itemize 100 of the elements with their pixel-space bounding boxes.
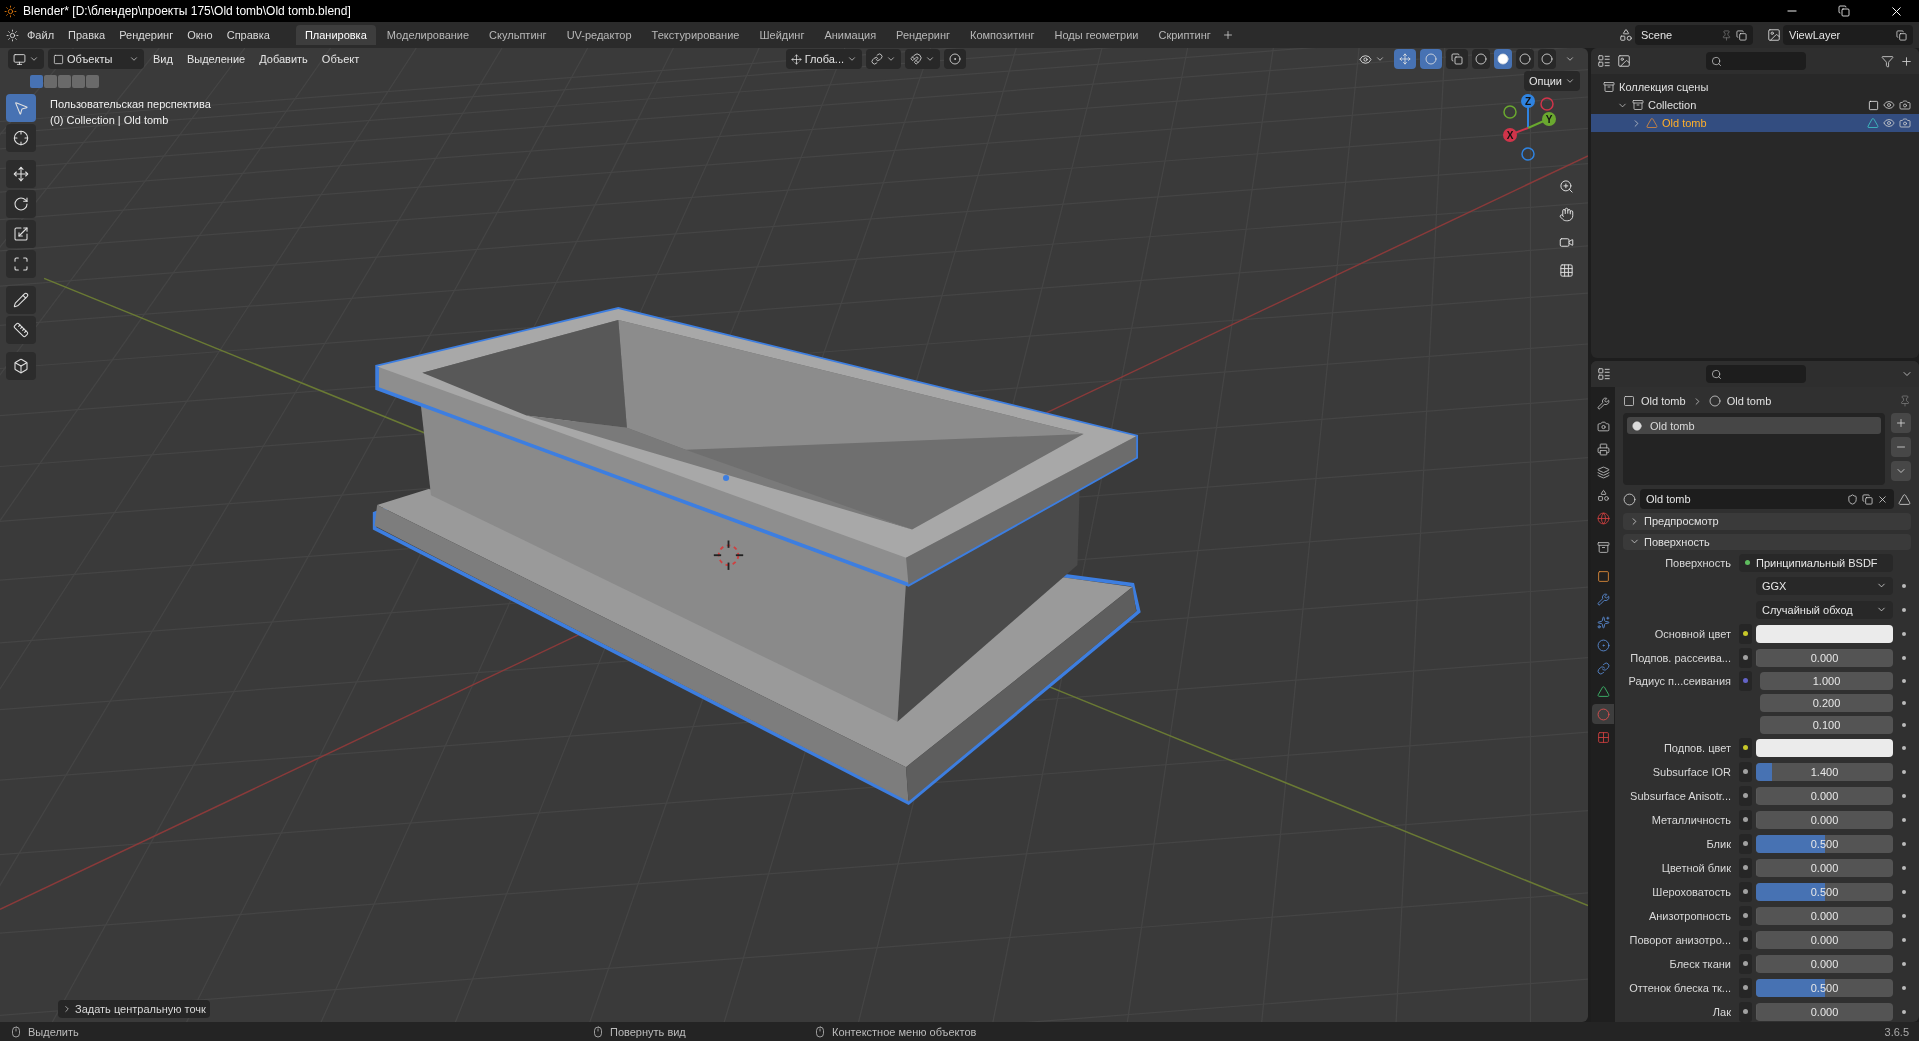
socket-button[interactable] [1739, 954, 1752, 974]
number-field[interactable]: 0.100 [1760, 716, 1893, 734]
keyframe-dot[interactable] [1902, 584, 1906, 588]
panel-header[interactable]: Предпросмотр [1623, 513, 1911, 530]
workspace-tab[interactable]: Шейдинг [750, 25, 814, 45]
color-swatch[interactable] [1756, 625, 1893, 643]
tool-button[interactable] [6, 190, 36, 218]
number-field[interactable]: 0.200 [1760, 694, 1893, 712]
workspace-tab[interactable]: Рендеринг [887, 25, 960, 45]
menu-item[interactable]: Рендеринг [113, 26, 180, 44]
socket-button[interactable] [1739, 906, 1752, 926]
keyframe-dot[interactable] [1902, 962, 1906, 966]
material-name-field[interactable]: Old tomb [1640, 489, 1894, 510]
workspace-tab[interactable]: Ноды геометрии [1045, 25, 1148, 45]
keyframe-dot[interactable] [1902, 938, 1906, 942]
workspace-tab[interactable]: Композитинг [961, 25, 1044, 45]
socket-button[interactable] [1739, 624, 1752, 644]
keyframe-dot[interactable] [1902, 794, 1906, 798]
xray-button[interactable] [1446, 49, 1468, 69]
keyframe-dot[interactable] [1902, 770, 1906, 774]
workspace-tab[interactable]: UV-редактор [557, 25, 641, 45]
mode-dropdown[interactable]: Объекты [48, 49, 144, 69]
keyframe-dot[interactable] [1902, 866, 1906, 870]
socket-button[interactable] [1739, 858, 1752, 878]
add-slot-button[interactable] [1891, 413, 1911, 434]
scene-field[interactable]: Scene [1635, 25, 1753, 45]
editor-type-button[interactable] [8, 49, 44, 69]
navigation-gizmo[interactable] [1503, 94, 1556, 161]
keyframe-dot[interactable] [1902, 656, 1906, 660]
keyframe-dot[interactable] [1902, 914, 1906, 918]
shading-button[interactable] [1516, 49, 1534, 69]
outliner-row[interactable]: Коллекция сцены [1591, 78, 1919, 96]
view-layer-field[interactable]: ViewLayer [1783, 25, 1913, 45]
value-slider[interactable]: 0.000 [1756, 649, 1893, 667]
keyframe-dot[interactable] [1902, 723, 1906, 727]
dropdown-field[interactable]: Случайный обход [1756, 601, 1893, 619]
menu-item[interactable]: Правка [62, 26, 112, 44]
workspace-tab[interactable]: Моделирование [377, 25, 479, 45]
keyframe-dot[interactable] [1902, 701, 1906, 705]
tool-button[interactable] [6, 220, 36, 248]
gizmo-toggle[interactable] [1394, 49, 1416, 69]
search-field[interactable] [1706, 52, 1806, 70]
keyframe-dot[interactable] [1902, 890, 1906, 894]
orientation-dropdown[interactable]: Глоба... [785, 49, 862, 69]
keyframe-dot[interactable] [1902, 608, 1906, 612]
shading-button[interactable] [1538, 49, 1556, 69]
socket-button[interactable] [1739, 762, 1752, 782]
socket-button[interactable] [1739, 648, 1752, 668]
tool-button[interactable] [6, 352, 36, 380]
value-slider[interactable]: 0.000 [1756, 859, 1893, 877]
tool-button[interactable] [6, 286, 36, 314]
select-mode-button[interactable] [44, 74, 57, 88]
value-slider[interactable]: 0.000 [1756, 1003, 1893, 1021]
color-swatch[interactable] [1756, 739, 1893, 757]
value-slider[interactable]: 0.000 [1756, 907, 1893, 925]
socket-button[interactable] [1739, 1002, 1752, 1022]
last-operator-panel[interactable]: Задать центральную точк [58, 1000, 210, 1018]
number-field[interactable]: 1.000 [1760, 672, 1893, 690]
workspace-tab[interactable]: Анимация [815, 25, 886, 45]
socket-button[interactable] [1739, 738, 1752, 758]
socket-button[interactable] [1739, 834, 1752, 854]
outliner-row[interactable]: Collection [1591, 96, 1919, 114]
keyframe-dot[interactable] [1902, 746, 1906, 750]
select-mode-button[interactable] [72, 74, 85, 88]
dropdown-field[interactable]: GGX [1756, 577, 1893, 595]
pivot-button[interactable] [866, 49, 901, 69]
tool-button[interactable] [6, 124, 36, 152]
socket-button[interactable] [1739, 978, 1752, 998]
tool-button[interactable] [6, 160, 36, 188]
select-mode-button[interactable] [30, 74, 43, 88]
shading-button[interactable] [1494, 49, 1512, 69]
keyframe-dot[interactable] [1902, 679, 1906, 683]
menu-item[interactable]: Файл [21, 26, 61, 44]
keyframe-dot[interactable] [1902, 986, 1906, 990]
socket-button[interactable] [1739, 882, 1752, 902]
keyframe-dot[interactable] [1902, 818, 1906, 822]
workspace-tab[interactable]: Скриптинг [1149, 25, 1220, 45]
keyframe-dot[interactable] [1902, 842, 1906, 846]
socket-button[interactable] [1739, 930, 1752, 950]
value-slider[interactable]: 0.000 [1756, 931, 1893, 949]
keyframe-dot[interactable] [1902, 632, 1906, 636]
menu-item[interactable]: Окно [181, 26, 219, 44]
proportional-edit-button[interactable] [944, 49, 966, 69]
select-mode-button[interactable] [58, 74, 71, 88]
outliner-row[interactable]: Old tomb [1591, 114, 1919, 132]
socket-button[interactable] [1739, 810, 1752, 830]
overlay-toggle[interactable] [1420, 49, 1442, 69]
tool-button[interactable] [6, 316, 36, 344]
menu-item[interactable]: Добавить [254, 49, 313, 69]
value-slider[interactable]: 1.400 [1756, 763, 1893, 781]
workspace-tab[interactable]: Планировка [295, 25, 376, 45]
shader-field[interactable]: Принципиальный BSDF [1739, 554, 1893, 572]
remove-slot-button[interactable] [1891, 437, 1911, 458]
shading-button[interactable] [1472, 49, 1490, 69]
workspace-tab[interactable]: Скульптинг [480, 25, 556, 45]
material-slot[interactable]: Old tomb [1627, 417, 1881, 435]
value-slider[interactable]: 0.000 [1756, 955, 1893, 973]
search-field[interactable] [1706, 365, 1806, 383]
options-dropdown[interactable]: Опции [1523, 71, 1580, 91]
socket-button[interactable] [1739, 786, 1752, 806]
